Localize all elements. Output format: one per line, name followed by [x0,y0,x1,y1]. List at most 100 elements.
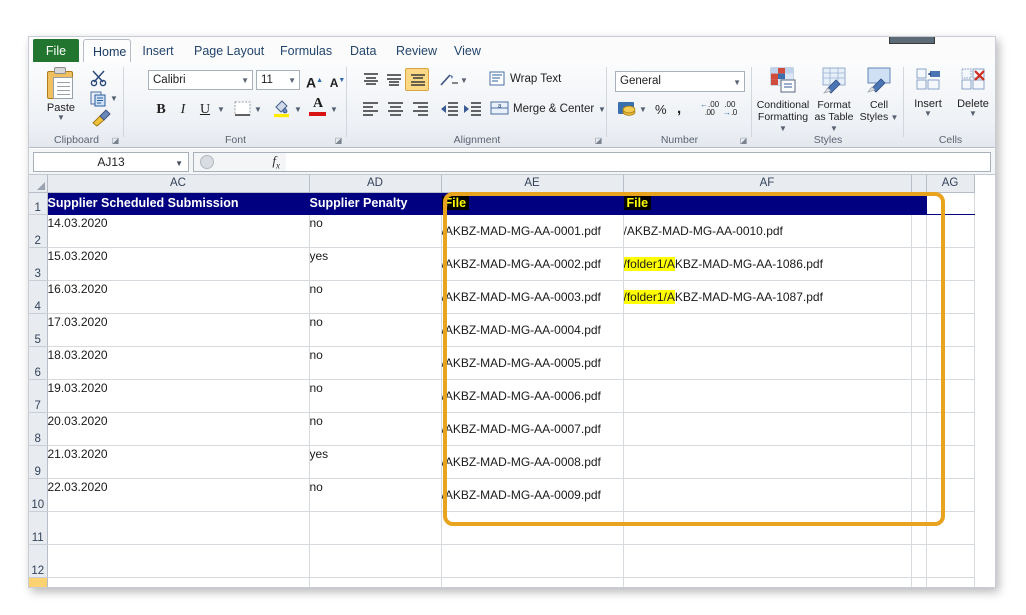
font-name-combo[interactable]: Calibri ▼ [148,70,253,90]
row-header-2[interactable]: 2 [29,214,47,247]
ribbon-tab-data[interactable]: Data [341,39,385,63]
borders-icon[interactable] [234,101,251,117]
cell-AF1[interactable]: File [623,192,911,214]
underline-button[interactable]: U [194,98,216,120]
cell-AC8[interactable]: 20.03.2020 [47,412,309,445]
cell-AC3[interactable]: 15.03.2020 [47,247,309,280]
column-header-AF[interactable]: AF [623,175,911,192]
cell-AC7[interactable]: 19.03.2020 [47,379,309,412]
ribbon-tab-file[interactable]: File [33,39,79,63]
cell-AD12[interactable] [309,544,441,577]
row-header-12[interactable]: 12 [29,544,47,577]
cell-narrow6[interactable] [911,346,926,379]
fill-color-dropdown-caret-icon[interactable]: ▼ [294,106,302,114]
cell-AD7[interactable]: no [309,379,441,412]
merge-center-label[interactable]: Merge & Center [513,103,594,115]
shrink-font-button[interactable]: A▼ [327,69,348,90]
cell-narrow10[interactable] [911,478,926,511]
cell-AG8[interactable] [926,412,974,445]
row-header-6[interactable]: 6 [29,346,47,379]
delete-dropdown-caret-icon[interactable]: ▼ [951,110,995,118]
underline-dropdown-caret-icon[interactable]: ▼ [217,106,225,114]
cell-AG7[interactable] [926,379,974,412]
cell-AD3[interactable]: yes [309,247,441,280]
wrap-text-label[interactable]: Wrap Text [510,73,561,85]
cell-AC13[interactable] [47,577,309,587]
font-color-dropdown-caret-icon[interactable]: ▼ [330,106,338,114]
align-middle-icon[interactable] [384,71,404,89]
row-header-1[interactable]: 1 [29,192,47,214]
row-header-4[interactable]: 4 [29,280,47,313]
row-header-9[interactable]: 9 [29,445,47,478]
row-header-13[interactable]: 13 [29,577,47,587]
cell-narrow3[interactable] [911,247,926,280]
column-header-AE[interactable]: AE [441,175,623,192]
increase-decimal-button[interactable]: ←.00.00 [700,101,719,117]
cell-AF6[interactable] [623,346,911,379]
font-size-combo[interactable]: 11 ▼ [256,70,300,90]
accounting-format-icon[interactable] [617,100,637,118]
cell-AG5[interactable] [926,313,974,346]
copy-icon[interactable] [90,89,108,107]
ribbon-tab-review[interactable]: Review [387,39,443,63]
cell-AC1[interactable]: Supplier Scheduled Submission [47,192,309,214]
cell-AF10[interactable] [623,478,911,511]
cell-AF5[interactable] [623,313,911,346]
cell-AD13[interactable] [309,577,441,587]
cell-AE2[interactable]: /AKBZ-MAD-MG-AA-0001.pdf [441,214,623,247]
column-header-AC[interactable]: AC [47,175,309,192]
italic-button[interactable]: I [172,98,194,120]
paste-dropdown-caret-icon[interactable]: ▼ [35,114,87,122]
cell-AF7[interactable] [623,379,911,412]
cell-narrow11[interactable] [911,511,926,544]
cell-narrow12[interactable] [911,544,926,577]
select-all-corner[interactable] [29,175,47,192]
cell-AG2[interactable] [926,214,974,247]
copy-dropdown-caret-icon[interactable]: ▼ [110,95,118,103]
number-dialog-launcher[interactable]: ◪ [739,136,748,145]
cell-narrow4[interactable] [911,280,926,313]
font-dialog-launcher[interactable]: ◪ [334,136,343,145]
accounting-dropdown-caret-icon[interactable]: ▼ [639,106,647,114]
decrease-decimal-button[interactable]: .00→.0 [723,101,737,117]
cell-AE5[interactable]: /AKBZ-MAD-MG-AA-0004.pdf [441,313,623,346]
font-color-icon[interactable]: A [309,96,327,116]
cell-AC12[interactable] [47,544,309,577]
delete-cells-button[interactable]: Delete ▼ [951,67,995,118]
cell-AD4[interactable]: no [309,280,441,313]
cell-AE8[interactable]: /AKBZ-MAD-MG-AA-0007.pdf [441,412,623,445]
cell-narrow2[interactable] [911,214,926,247]
cell-AF4[interactable]: /folder1/AKBZ-MAD-MG-AA-1087.pdf [623,280,911,313]
cell-AC11[interactable] [47,511,309,544]
row-header-3[interactable]: 3 [29,247,47,280]
ribbon-tab-formulas[interactable]: Formulas [271,39,339,63]
fill-color-icon[interactable] [272,98,291,118]
insert-dropdown-caret-icon[interactable]: ▼ [906,110,950,118]
cell-AG6[interactable] [926,346,974,379]
cell-styles-button[interactable]: Cell Styles ▼ [857,67,901,123]
insert-cells-button[interactable]: Insert ▼ [906,67,950,118]
orientation-dropdown-caret-icon[interactable]: ▼ [460,77,468,85]
cell-AE3[interactable]: /AKBZ-MAD-MG-AA-0002.pdf [441,247,623,280]
row-header-10[interactable]: 10 [29,478,47,511]
cell-AE10[interactable]: /AKBZ-MAD-MG-AA-0009.pdf [441,478,623,511]
cell-AD10[interactable]: no [309,478,441,511]
grow-font-button[interactable]: A▲ [304,69,325,90]
cell-AE13[interactable] [441,577,623,587]
insert-function-circle-icon[interactable] [200,155,214,169]
cell-narrow8[interactable] [911,412,926,445]
clipboard-dialog-launcher[interactable]: ◪ [111,136,120,145]
row-header-8[interactable]: 8 [29,412,47,445]
cell-narrow5[interactable] [911,313,926,346]
conditional-formatting-button[interactable]: Conditional Formatting ▼ [756,67,810,135]
bold-button[interactable]: B [150,98,172,120]
row-header-11[interactable]: 11 [29,511,47,544]
borders-dropdown-caret-icon[interactable]: ▼ [254,106,262,114]
name-box-caret-icon[interactable]: ▼ [175,154,183,173]
paste-button[interactable]: Paste ▼ [35,66,87,122]
orientation-icon[interactable] [439,71,459,89]
comma-style-button[interactable]: , [677,100,681,117]
cell-AE7[interactable]: /AKBZ-MAD-MG-AA-0006.pdf [441,379,623,412]
cell-AE1[interactable]: File [441,192,623,214]
scissors-icon[interactable] [90,69,108,87]
